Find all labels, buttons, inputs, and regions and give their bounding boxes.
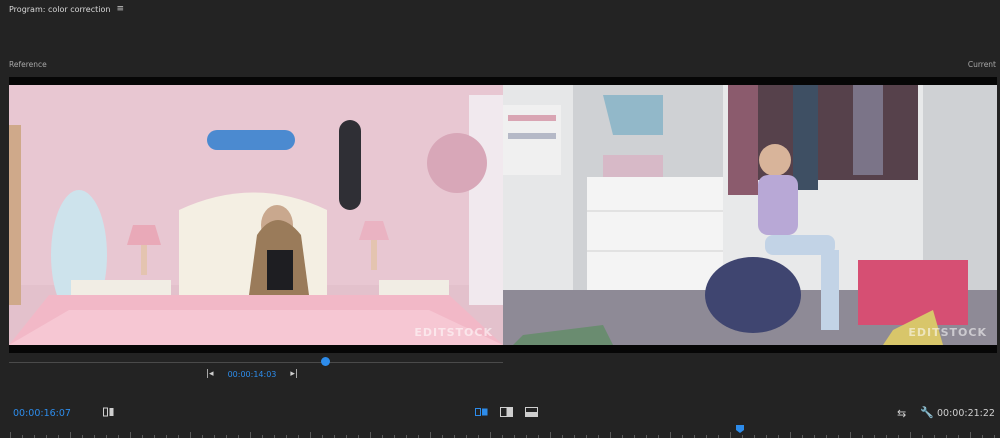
reference-image xyxy=(9,85,503,345)
ruler-tick xyxy=(610,432,611,438)
reference-scrubber[interactable] xyxy=(9,362,503,363)
ruler-tick xyxy=(910,432,911,438)
vertical-split-icon[interactable] xyxy=(500,407,513,417)
mark-icon[interactable] xyxy=(103,407,114,417)
timeline-ruler[interactable] xyxy=(0,426,1000,438)
watermark-right: EDITSTOCK xyxy=(908,326,987,339)
ruler-tick xyxy=(970,432,971,438)
panel-header: Program: color correction ≡ xyxy=(9,4,124,14)
ruler-tick xyxy=(70,432,71,438)
transport-bar: 00:00:16:07 ⇆ 🔧 00:00:21:22 xyxy=(0,404,1000,422)
ruler-tick xyxy=(670,432,671,438)
current-frame[interactable]: EDITSTOCK xyxy=(503,85,997,345)
horizontal-split-icon[interactable] xyxy=(525,407,538,417)
ruler-tick xyxy=(550,432,551,438)
ruler-tick xyxy=(10,432,11,438)
step-forward-icon[interactable]: ▸| xyxy=(290,369,298,379)
ruler-tick xyxy=(730,432,731,438)
ruler-tick xyxy=(190,432,191,438)
ruler-tick xyxy=(370,432,371,438)
swap-icon[interactable]: ⇆ xyxy=(897,407,906,420)
current-timecode[interactable]: 00:00:16:07 xyxy=(13,408,71,419)
reference-playhead[interactable] xyxy=(321,357,331,366)
panel-title: Program: color correction xyxy=(9,4,111,14)
wrench-icon[interactable]: 🔧 xyxy=(920,406,934,419)
ruler-tick xyxy=(250,432,251,438)
reference-timecode[interactable]: 00:00:14:03 xyxy=(228,370,277,379)
ruler-tick xyxy=(490,432,491,438)
ruler-tick xyxy=(130,432,131,438)
ruler-tick xyxy=(430,432,431,438)
reference-frame[interactable]: EDITSTOCK xyxy=(9,85,503,345)
ruler-tick xyxy=(310,432,311,438)
current-image xyxy=(503,85,997,345)
current-label: Current xyxy=(967,60,996,69)
program-viewer[interactable]: EDITSTOCK EDITSTOCK xyxy=(9,77,997,353)
reference-controls: |◂ 00:00:14:03 ▸| xyxy=(206,369,298,379)
comparison-view-modes xyxy=(475,407,538,417)
duration-timecode: 00:00:21:22 xyxy=(937,408,995,419)
ruler-tick xyxy=(790,432,791,438)
reference-label: Reference xyxy=(9,60,47,69)
hamburger-icon[interactable]: ≡ xyxy=(116,4,124,14)
side-by-side-icon[interactable] xyxy=(475,407,488,417)
ruler-tick xyxy=(850,432,851,438)
timeline-playhead[interactable] xyxy=(736,425,744,433)
step-back-icon[interactable]: |◂ xyxy=(206,369,214,379)
watermark-left: EDITSTOCK xyxy=(414,326,493,339)
